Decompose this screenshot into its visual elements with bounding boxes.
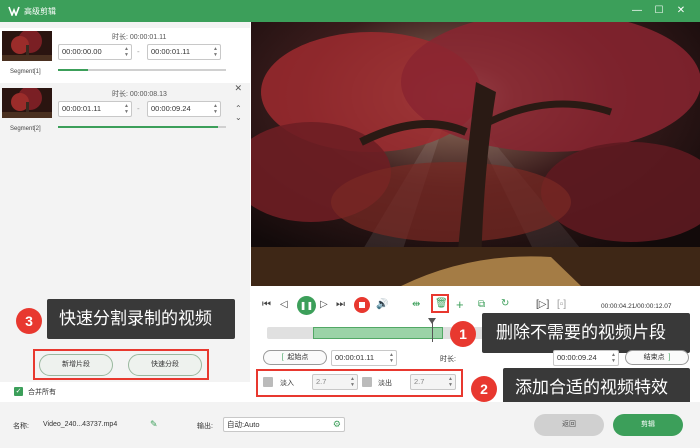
segment-thumbnail [2,31,52,61]
gear-icon: ⚙ [332,419,341,429]
fade-in-input[interactable]: 2.7 ▲ ▼ [312,374,358,390]
fade-out-label: 淡出 [378,380,392,387]
start-time-input[interactable]: 00:00:01.11 ▲ ▼ [331,350,397,366]
merge-all-checkbox[interactable]: ✓ [14,387,23,396]
fade-out-checkbox[interactable] [362,377,372,387]
collapse-icon[interactable]: ⌃ [235,104,242,113]
segment-end-input[interactable]: 00:00:09.24 ▲ ▼ [147,101,221,117]
name-label: 名称: [13,423,29,430]
app-logo-icon [8,6,20,16]
annotation-number-2: 2 [471,376,497,402]
edit-name-icon[interactable]: ✎ [150,419,158,430]
stepper-icon[interactable]: ▲ ▼ [611,352,616,364]
segment-start-input[interactable]: 00:00:00.00 ▲ ▼ [58,44,132,60]
stepper-icon[interactable]: ▲ ▼ [213,103,218,115]
end-time-input[interactable]: 00:00:09.24 ▲ ▼ [553,350,619,366]
stepper-icon[interactable]: ▲ ▼ [124,103,129,115]
bracket-right-icon: ] [668,354,671,361]
file-name: Video_240...43737.mp4 [43,421,118,428]
step-forward-icon[interactable]: ▷ [320,299,328,310]
stepper-icon[interactable]: ▲ ▼ [389,352,394,364]
segment-duration: 时长: 00:00:08.13 [112,91,167,98]
stepper-icon[interactable]: ▲ ▼ [124,46,129,58]
pause-button[interactable]: ❚❚ [297,296,316,315]
playback-time: 00:00:04.21/00:00:12.07 [601,303,672,310]
annotation-number-1: 1 [450,321,476,347]
playhead-handle-icon[interactable] [428,318,436,324]
go-to-start-icon[interactable]: ⏮ [262,299,271,310]
segment-progress [58,69,226,71]
stepper-icon[interactable]: ▲ ▼ [448,376,453,388]
fade-out-input[interactable]: 2.7 ▲ ▼ [410,374,456,390]
bracket-left-icon: [ [281,354,284,361]
annotation-callout-1: 删除不需要的视频片段 [482,313,690,353]
remove-segment-icon[interactable]: ✕ [234,83,242,94]
window-title: 高级剪辑 [24,7,56,16]
clip-button[interactable]: 剪辑 [613,414,683,436]
segment-end-input[interactable]: 00:00:01.11 ▲ ▼ [147,44,221,60]
segment-start-input[interactable]: 00:00:01.11 ▲ ▼ [58,101,132,117]
segment-item-2[interactable]: Segment[2] 时长: 00:00:08.13 ✕ 00:00:01.11… [0,83,250,140]
segment-duration: 时长: 00:00:01.11 [112,34,167,41]
segment-thumbnail [2,88,52,118]
stepper-icon[interactable]: ▲ ▼ [213,46,218,58]
timeline-selection[interactable] [313,327,443,339]
set-end-button[interactable]: 结束点 ] [625,350,689,365]
add-segment-button[interactable]: 新增片段 [39,354,113,376]
close-icon[interactable]: ✕ [674,4,688,18]
add-icon[interactable]: + [456,297,464,312]
fade-in-checkbox[interactable] [263,377,273,387]
quick-split-button[interactable]: 快速分段 [128,354,202,376]
segment-progress [58,126,226,128]
split-icon[interactable]: ⇹ [412,299,420,310]
stepper-icon[interactable]: ▲ ▼ [350,376,355,388]
fade-in-label: 淡入 [280,380,294,387]
stop-button[interactable] [354,297,370,313]
duration-label: 时长: [440,356,456,363]
reset-icon[interactable]: ↻ [501,298,509,309]
copy-icon[interactable]: ⧉ [478,299,485,310]
volume-icon[interactable]: 🔊 [376,299,388,310]
segment-item-1[interactable]: Segment[1] 时长: 00:00:01.11 00:00:00.00 ▲ ▼… [0,28,250,83]
merge-all-label: 合并所有 [28,389,56,396]
delete-icon[interactable]: 🗑 [435,298,448,309]
output-select[interactable]: 自动:Auto ⚙ [223,417,345,432]
bottom-bar: 名称: Video_240...43737.mp4 ✎ 输出: 自动:Auto ⚙… [0,402,700,448]
segment-label: Segment[2] [10,126,41,132]
set-start-button[interactable]: [ 起始点 [263,350,327,365]
go-to-end-icon[interactable]: ⏭ [336,299,345,310]
segment-label: Segment[1] [10,69,41,75]
back-button[interactable]: 返回 [534,414,604,436]
restore-icon[interactable]: ☐ [652,4,666,18]
minimize-icon[interactable]: — [630,4,644,18]
output-label: 输出: [197,423,213,430]
preview-segment-icon[interactable]: [▷] [536,299,549,310]
title-bar: 高级剪辑 — ☐ ✕ [0,0,700,22]
video-preview[interactable] [251,22,700,286]
expand-icon[interactable]: ⌄ [235,113,242,122]
annotation-number-3: 3 [16,308,42,334]
fullscreen-icon[interactable]: [▫] [557,299,566,310]
annotation-callout-3: 快速分割录制的视频 [47,299,235,339]
step-back-icon[interactable]: ◁ [280,299,288,310]
